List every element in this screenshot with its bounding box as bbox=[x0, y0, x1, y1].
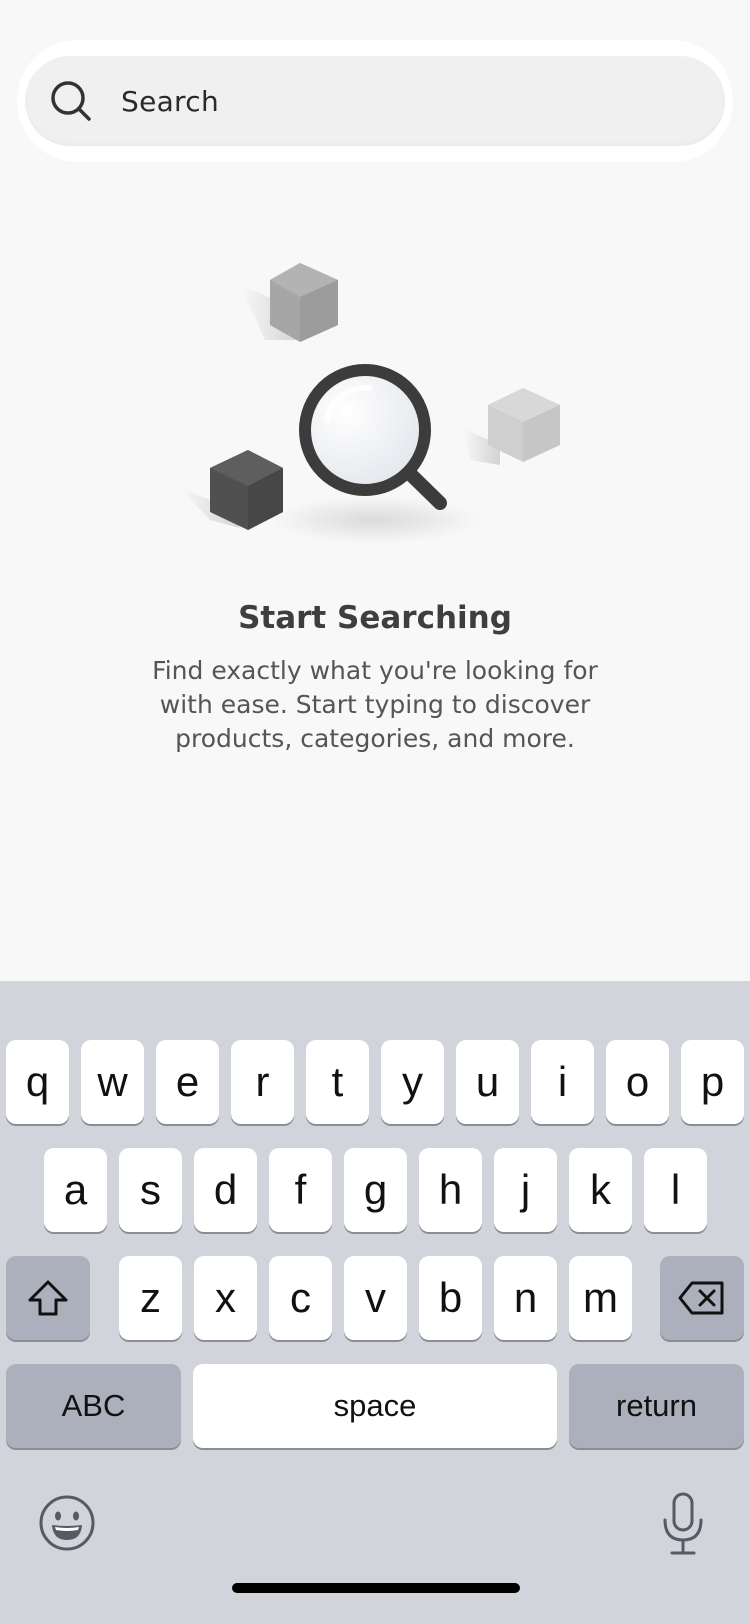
delete-key[interactable] bbox=[660, 1256, 744, 1340]
magnifier-graphic bbox=[299, 364, 447, 510]
key-j[interactable]: j bbox=[494, 1148, 557, 1232]
key-i[interactable]: i bbox=[531, 1040, 594, 1124]
home-indicator bbox=[232, 1583, 520, 1593]
key-z[interactable]: z bbox=[119, 1256, 182, 1340]
key-b[interactable]: b bbox=[419, 1256, 482, 1340]
key-m[interactable]: m bbox=[569, 1256, 632, 1340]
search-bar[interactable] bbox=[25, 56, 725, 146]
app-screen: Start Searching Find exactly what you're… bbox=[0, 0, 750, 1624]
shift-icon bbox=[26, 1278, 70, 1318]
cube-right bbox=[462, 388, 560, 465]
empty-state-subtitle: Find exactly what you're looking for wit… bbox=[152, 656, 598, 753]
key-o[interactable]: o bbox=[606, 1040, 669, 1124]
key-s[interactable]: s bbox=[119, 1148, 182, 1232]
key-p[interactable]: p bbox=[681, 1040, 744, 1124]
search-input[interactable] bbox=[121, 56, 701, 146]
microphone-icon[interactable] bbox=[660, 1492, 706, 1556]
cube-left bbox=[180, 450, 283, 530]
key-x[interactable]: x bbox=[194, 1256, 257, 1340]
key-e[interactable]: e bbox=[156, 1040, 219, 1124]
key-c[interactable]: c bbox=[269, 1256, 332, 1340]
key-h[interactable]: h bbox=[419, 1148, 482, 1232]
key-f[interactable]: f bbox=[269, 1148, 332, 1232]
key-k[interactable]: k bbox=[569, 1148, 632, 1232]
key-y[interactable]: y bbox=[381, 1040, 444, 1124]
key-u[interactable]: u bbox=[456, 1040, 519, 1124]
key-g[interactable]: g bbox=[344, 1148, 407, 1232]
key-n[interactable]: n bbox=[494, 1256, 557, 1340]
key-w[interactable]: w bbox=[81, 1040, 144, 1124]
backspace-icon bbox=[678, 1280, 726, 1316]
search-illustration bbox=[180, 263, 560, 544]
space-key[interactable]: space bbox=[193, 1364, 557, 1448]
key-r[interactable]: r bbox=[231, 1040, 294, 1124]
search-container bbox=[17, 40, 733, 162]
key-d[interactable]: d bbox=[194, 1148, 257, 1232]
shift-key[interactable] bbox=[6, 1256, 90, 1340]
empty-state-title: Start Searching bbox=[238, 600, 512, 636]
key-l[interactable]: l bbox=[644, 1148, 707, 1232]
return-key[interactable]: return bbox=[569, 1364, 744, 1448]
key-q[interactable]: q bbox=[6, 1040, 69, 1124]
cube-top bbox=[240, 263, 338, 342]
emoji-icon[interactable] bbox=[38, 1494, 96, 1552]
key-v[interactable]: v bbox=[344, 1256, 407, 1340]
search-icon bbox=[49, 79, 93, 123]
key-a[interactable]: a bbox=[44, 1148, 107, 1232]
abc-key[interactable]: ABC bbox=[6, 1364, 181, 1448]
key-t[interactable]: t bbox=[306, 1040, 369, 1124]
